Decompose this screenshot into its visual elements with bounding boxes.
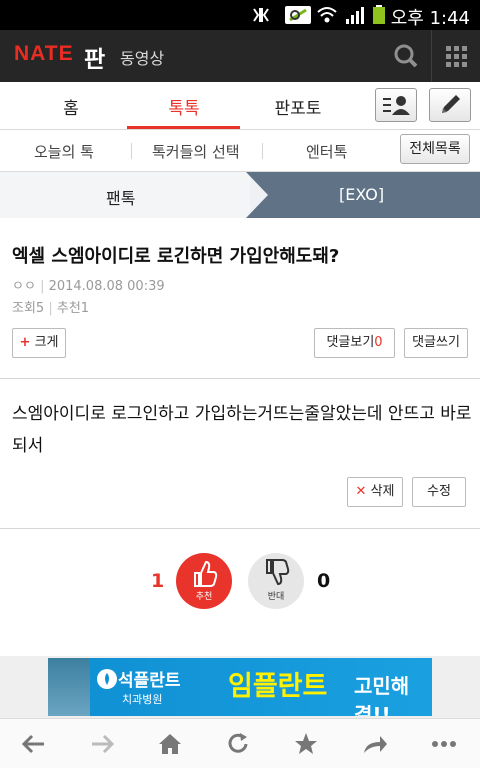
downvote-label: 반대 <box>267 592 285 602</box>
sub-nav: 오늘의 톡 톡커들의 선택 엔터톡 전체목록 <box>0 130 480 172</box>
edit-button[interactable]: 수정 <box>412 477 466 507</box>
menu-grid-button[interactable] <box>432 30 480 82</box>
clock: 오후 1:44 <box>390 8 470 29</box>
grid-icon <box>446 46 467 67</box>
battery-icon <box>373 5 385 24</box>
share-icon[interactable] <box>354 729 394 759</box>
meta-separator: | <box>48 301 53 316</box>
post-recommend-count: 추천1 <box>56 301 90 316</box>
tab-panphoto[interactable]: 판포토 <box>268 94 328 119</box>
video-link[interactable]: 동영상 <box>120 45 164 69</box>
subnav-entertainment[interactable]: 엔터톡 <box>306 141 347 162</box>
enlarge-button[interactable]: + 크게 <box>12 328 66 358</box>
tab-toktok[interactable]: 톡톡 <box>160 94 208 119</box>
divider <box>262 143 263 159</box>
thumbs-down-icon <box>266 559 290 586</box>
refresh-icon[interactable] <box>218 729 258 759</box>
delete-button[interactable]: ✕ 삭제 <box>347 477 403 507</box>
meta-separator: | <box>40 279 45 294</box>
downvote-count: 0 <box>317 570 331 592</box>
post-title: 엑셀 스엠아이디로 로긴하면 가입안해도돼? <box>12 246 340 267</box>
post-date: 2014.08.08 00:39 <box>48 279 165 294</box>
divider <box>0 378 480 379</box>
tooth-icon <box>97 669 117 689</box>
write-button[interactable] <box>429 88 471 122</box>
view-comments-button[interactable]: 댓글보기0 <box>314 328 395 358</box>
thumbs-up-icon <box>194 560 218 587</box>
active-tab-indicator <box>127 126 240 129</box>
browser-toolbar <box>0 718 480 768</box>
divider <box>0 528 480 529</box>
post-views: 조회5 <box>12 301 45 316</box>
app-bar: NATE 판 동영상 <box>0 30 480 82</box>
post-stats: 조회5 | 추천1 <box>12 297 89 316</box>
subnav-picks[interactable]: 톡커들의 선택 <box>152 141 240 162</box>
more-icon[interactable] <box>424 729 464 759</box>
plus-icon: + <box>19 335 31 350</box>
upvote-button[interactable]: 추천 <box>176 553 232 609</box>
comment-count: 0 <box>374 335 383 350</box>
no-sync-icon <box>285 6 311 24</box>
post-author: ㅇㅇ <box>12 279 36 294</box>
all-list-button[interactable]: 전체목록 <box>400 134 470 164</box>
pan-logo[interactable]: 판 <box>84 40 105 74</box>
ad-headline: 임플란트 <box>228 671 328 702</box>
list-user-icon <box>383 96 410 115</box>
home-icon[interactable] <box>150 729 190 759</box>
my-page-button[interactable] <box>375 88 417 122</box>
write-comment-button[interactable]: 댓글쓰기 <box>404 328 468 358</box>
enlarge-label: 크게 <box>34 335 59 350</box>
subnav-today[interactable]: 오늘의 톡 <box>34 141 94 162</box>
search-icon <box>394 44 418 68</box>
post-meta: ㅇㅇ | 2014.08.08 00:39 <box>12 275 165 294</box>
search-button[interactable] <box>380 30 432 82</box>
ad-tagline: 고민해결!! <box>354 674 410 716</box>
signal-icon <box>346 7 364 24</box>
downvote-button[interactable]: 반대 <box>248 553 304 609</box>
breadcrumb: 팬톡 [EXO] <box>0 172 480 218</box>
ad-subtitle: 치과병원 <box>122 693 163 706</box>
forward-icon[interactable] <box>82 729 122 759</box>
pencil-icon <box>442 95 460 113</box>
view-comments-label: 댓글보기 <box>326 335 375 350</box>
wifi-icon <box>317 7 337 23</box>
delete-label: 삭제 <box>370 484 395 499</box>
back-icon[interactable] <box>14 729 54 759</box>
close-icon: ✕ <box>355 484 367 499</box>
divider <box>131 143 132 159</box>
main-tabs: 홈 톡톡 판포토 <box>0 82 480 130</box>
ad-banner[interactable]: 석플란트 치과병원 임플란트 고민해결!! <box>48 658 432 716</box>
breadcrumb-category[interactable]: 팬톡 <box>106 185 135 209</box>
ad-brand: 석플란트 <box>118 671 181 691</box>
ad-building-image <box>48 658 90 716</box>
star-icon[interactable] <box>286 729 326 759</box>
upvote-count: 1 <box>151 570 165 592</box>
nate-logo[interactable]: NATE <box>14 42 74 66</box>
post-body: 스엠아이디로 로그인하고 가입하는거뜨는줄알았는데 안뜨고 바로되서 <box>12 404 472 456</box>
status-bar: 오후 1:44 <box>0 0 480 30</box>
tab-home[interactable]: 홈 <box>56 94 86 119</box>
vibrate-icon <box>253 8 269 22</box>
upvote-label: 추천 <box>195 592 213 602</box>
breadcrumb-board[interactable]: [EXO] <box>339 185 384 204</box>
